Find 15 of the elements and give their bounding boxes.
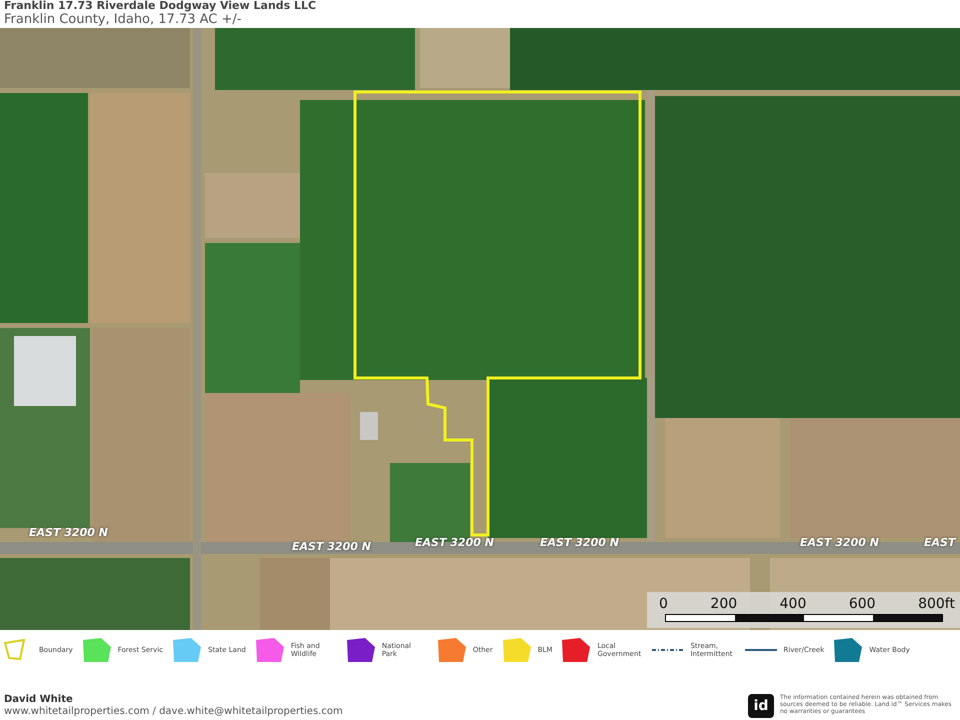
contact-text: www.whitetailproperties.com / dave.white@whitetailproperties.com [4, 706, 343, 718]
scale-label: 400 [780, 596, 806, 612]
agent-name: David White [4, 694, 74, 706]
road-label: EAST 3200 N [292, 540, 371, 553]
road-label: EAST 3200 N [29, 526, 108, 539]
scale-label: 0 [659, 596, 668, 612]
map-title: Franklin 17.73 Riverdale Dodgway View Lands LLC [4, 0, 318, 12]
logo: id [748, 694, 774, 718]
scale-label: 800ft [918, 596, 955, 612]
scale-label: 600 [848, 596, 876, 612]
scale-label: 200 [710, 596, 738, 612]
road-label: EAST 3200 N [540, 536, 619, 549]
road-label: EAST 3200 N [800, 536, 879, 549]
map-subtitle: Franklin County, Idaho, 17.73 AC +/- [4, 12, 242, 28]
road-label: EAST [924, 536, 956, 549]
